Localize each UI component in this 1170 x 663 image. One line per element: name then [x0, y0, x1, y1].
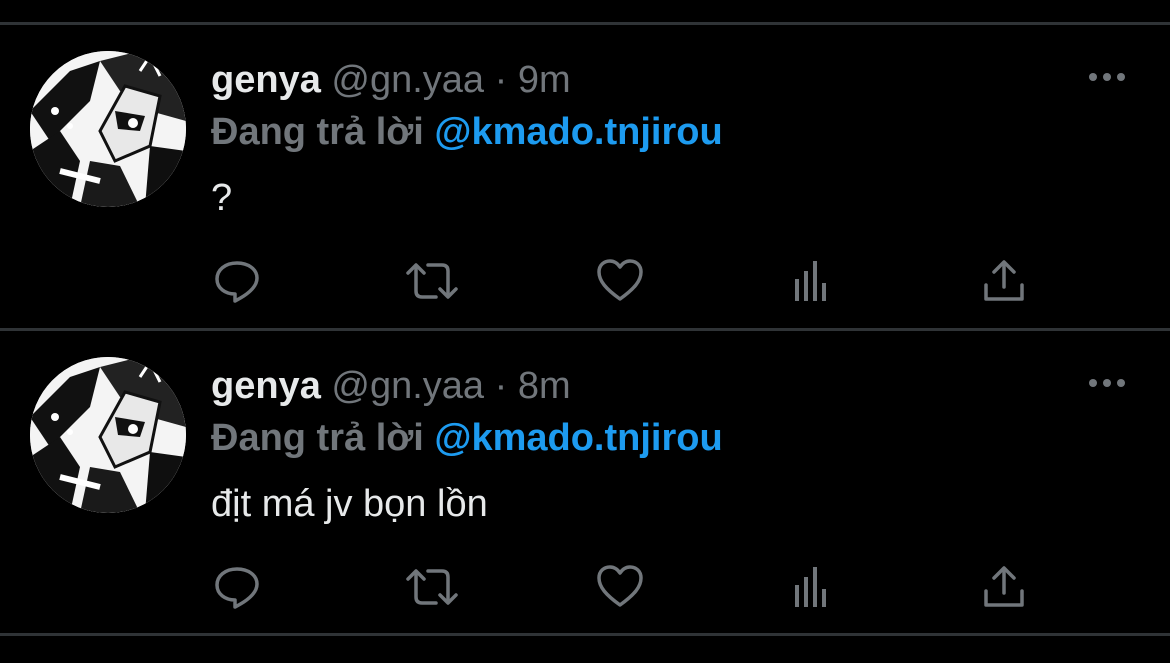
- like-icon: [597, 259, 643, 301]
- stats-icon: [795, 261, 826, 301]
- like-icon: [597, 565, 643, 607]
- reply-prefix: Đang trả lời: [211, 111, 424, 153]
- like-button[interactable]: [596, 563, 644, 611]
- stats-button[interactable]: [789, 257, 837, 305]
- reply-icon: [215, 261, 259, 303]
- share-button[interactable]: [980, 257, 1028, 305]
- tweet[interactable]: genya @gn.yaa · 9m Đang trả lời @kmado.t…: [0, 25, 1170, 331]
- share-button[interactable]: [980, 563, 1028, 611]
- timestamp[interactable]: 8m: [518, 365, 571, 407]
- reply-button[interactable]: [213, 563, 261, 611]
- avatar[interactable]: [30, 357, 186, 513]
- author-handle[interactable]: @gn.yaa: [331, 365, 484, 407]
- action-bar: [0, 257, 1170, 307]
- more-icon: [1089, 379, 1125, 387]
- more-icon: [1089, 73, 1125, 81]
- avatar-image: [30, 357, 186, 513]
- divider: [0, 633, 1170, 636]
- author-name[interactable]: genya: [211, 59, 321, 101]
- tweet-text: ?: [211, 177, 233, 219]
- separator-dot: ·: [494, 59, 508, 101]
- replying-to: Đang trả lời @kmado.tnjirou: [211, 413, 723, 463]
- more-options-button[interactable]: [1085, 373, 1129, 393]
- replying-to: Đang trả lời @kmado.tnjirou: [211, 107, 723, 157]
- share-icon: [984, 260, 1024, 301]
- reply-icon: [215, 567, 259, 609]
- timeline: genya @gn.yaa · 9m Đang trả lời @kmado.t…: [0, 0, 1170, 663]
- retweet-button[interactable]: [404, 563, 458, 611]
- tweet-header: genya @gn.yaa · 8m: [211, 361, 571, 411]
- action-bar: [0, 563, 1170, 613]
- author-handle[interactable]: @gn.yaa: [331, 59, 484, 101]
- avatar-image: [30, 51, 186, 207]
- tweet-text: địt má jv bọn lồn: [211, 483, 488, 525]
- tweet-header: genya @gn.yaa · 9m: [211, 55, 571, 105]
- share-icon: [984, 566, 1024, 607]
- avatar[interactable]: [30, 51, 186, 207]
- like-button[interactable]: [596, 257, 644, 305]
- author-name[interactable]: genya: [211, 365, 321, 407]
- timestamp[interactable]: 9m: [518, 59, 571, 101]
- reply-prefix: Đang trả lời: [211, 417, 424, 459]
- retweet-button[interactable]: [404, 257, 458, 305]
- more-options-button[interactable]: [1085, 67, 1129, 87]
- reply-button[interactable]: [213, 257, 261, 305]
- retweet-icon: [406, 263, 458, 299]
- tweet[interactable]: genya @gn.yaa · 8m Đang trả lời @kmado.t…: [0, 331, 1170, 637]
- stats-icon: [795, 567, 826, 607]
- stats-button[interactable]: [789, 563, 837, 611]
- retweet-icon: [406, 569, 458, 605]
- reply-mention-link[interactable]: @kmado.tnjirou: [434, 417, 722, 459]
- reply-mention-link[interactable]: @kmado.tnjirou: [434, 111, 722, 153]
- separator-dot: ·: [494, 365, 508, 407]
